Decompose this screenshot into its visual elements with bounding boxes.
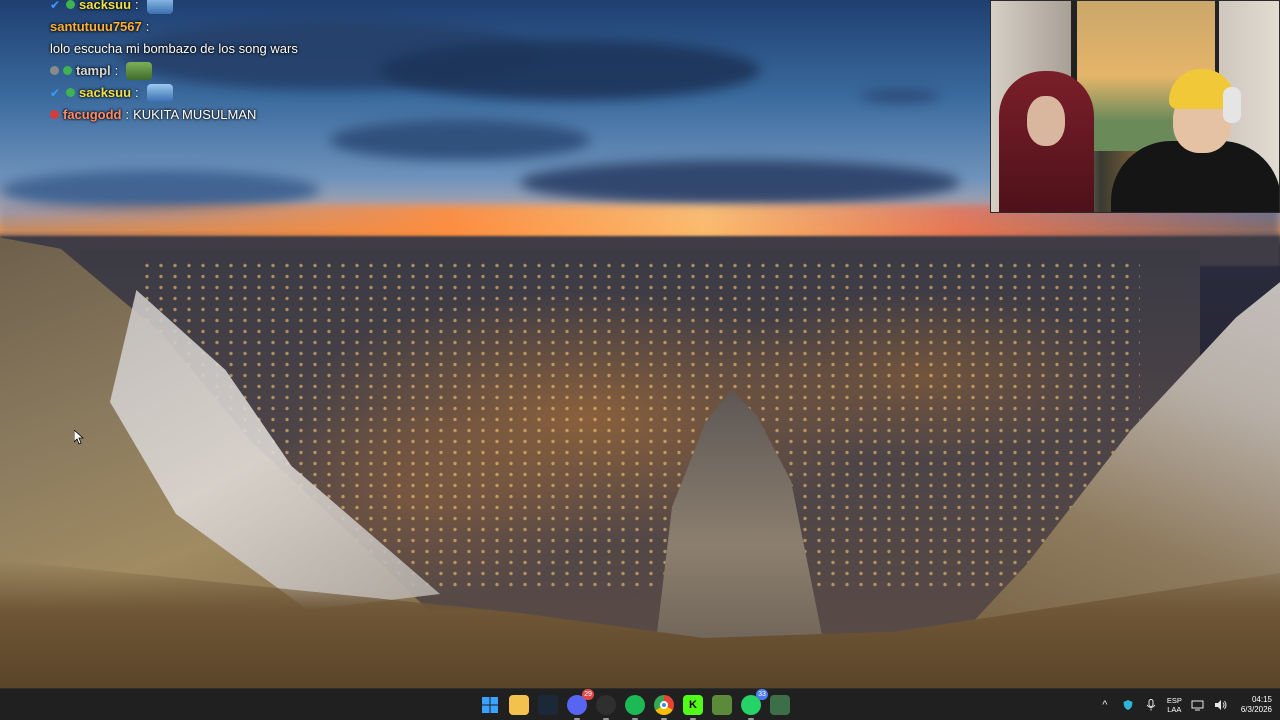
notification-badge: 33 [756, 689, 768, 700]
keyboard-layout-code: LAA [1167, 705, 1182, 714]
chat-username[interactable]: santutuuu7567 [50, 16, 142, 38]
cloud [520, 160, 960, 205]
app-glyph: K [689, 699, 697, 711]
chat-message: ✔ sacksuu: [50, 82, 380, 104]
clock-date: 6/3/2026 [1240, 705, 1272, 714]
clock-time: 04:15 [1251, 695, 1272, 704]
mouse-cursor-icon [74, 430, 84, 445]
chat-emote-icon [146, 0, 173, 14]
language-code: ESP [1166, 696, 1182, 705]
headset-icon [1223, 87, 1241, 123]
chat-username[interactable]: facugodd [63, 104, 122, 126]
chrome-icon[interactable] [654, 695, 674, 720]
red-badge-icon [50, 110, 59, 119]
whatsapp-icon[interactable]: 33 [741, 689, 768, 720]
windows-logo-icon[interactable] [480, 695, 500, 715]
cloud [380, 40, 760, 100]
chat-username[interactable]: tampl [76, 60, 111, 82]
cloud [0, 170, 320, 210]
chat-separator: : [125, 107, 130, 122]
discord-icon[interactable]: 29 [567, 689, 594, 720]
network-monitor-icon[interactable] [1191, 698, 1205, 712]
chat-separator: : [135, 85, 139, 100]
obs-icon[interactable] [596, 695, 616, 720]
chat-separator: : [145, 19, 150, 34]
green-badge-icon [66, 0, 75, 9]
green-badge-icon [66, 88, 75, 97]
notification-badge: 29 [582, 689, 594, 700]
chat-username[interactable]: sacksuu [79, 82, 131, 104]
taskbar-clock[interactable]: 04:15 6/3/2026 [1241, 695, 1272, 715]
stream-chat-overlay: ✔ sacksuu: santutuuu7567: lolo escucha mi b… [50, 0, 380, 126]
chat-emote-icon [126, 62, 153, 80]
chat-message: santutuuu7567: lolo escucha mi bombazo de… [50, 16, 380, 60]
green-badge-icon [63, 66, 72, 75]
guest-face [1027, 96, 1065, 146]
chat-emote-icon [146, 84, 173, 102]
steam-icon[interactable] [538, 695, 558, 715]
verified-check-icon: ✔ [50, 0, 61, 12]
defender-icon[interactable] [1121, 698, 1135, 712]
cloud [330, 120, 590, 160]
show-hidden-icons-chevron-icon[interactable]: ^ [1098, 698, 1112, 712]
volume-icon[interactable] [1214, 698, 1228, 712]
chat-message-text: lolo escucha mi bombazo de los song wars [50, 41, 298, 56]
streamer-guest [999, 71, 1094, 212]
cloud [860, 90, 940, 102]
input-language-indicator[interactable]: ESP LAA [1167, 696, 1182, 714]
system-tray: ^ ESP LAA 04:15 6/3/2026 [1098, 689, 1272, 720]
grey-badge-icon [50, 66, 59, 75]
chat-message: ✔ sacksuu: [50, 0, 380, 16]
chat-username[interactable]: sacksuu [79, 0, 131, 16]
taskbar-apps: 29 K 33 [480, 689, 790, 720]
folder-icon[interactable] [509, 695, 529, 715]
chat-message: facugodd: KUKITA MUSULMAN [50, 104, 380, 126]
spotify-icon[interactable] [625, 695, 645, 720]
webcam-overlay [990, 0, 1280, 213]
minecraft-icon[interactable] [712, 695, 732, 715]
streamer-host [1111, 61, 1279, 212]
verified-check-icon: ✔ [50, 86, 61, 100]
kick-icon[interactable]: K [683, 695, 703, 720]
chat-message: tampl: [50, 60, 380, 82]
chat-separator: : [135, 0, 139, 12]
taskbar: 29 K 33 ^ ESP LAA 04:15 6/3/2026 [0, 688, 1280, 720]
chat-separator: : [114, 63, 119, 78]
spreadsheet-icon[interactable] [770, 695, 790, 715]
chat-message-text: KUKITA MUSULMAN [133, 107, 257, 122]
microphone-icon[interactable] [1144, 698, 1158, 712]
